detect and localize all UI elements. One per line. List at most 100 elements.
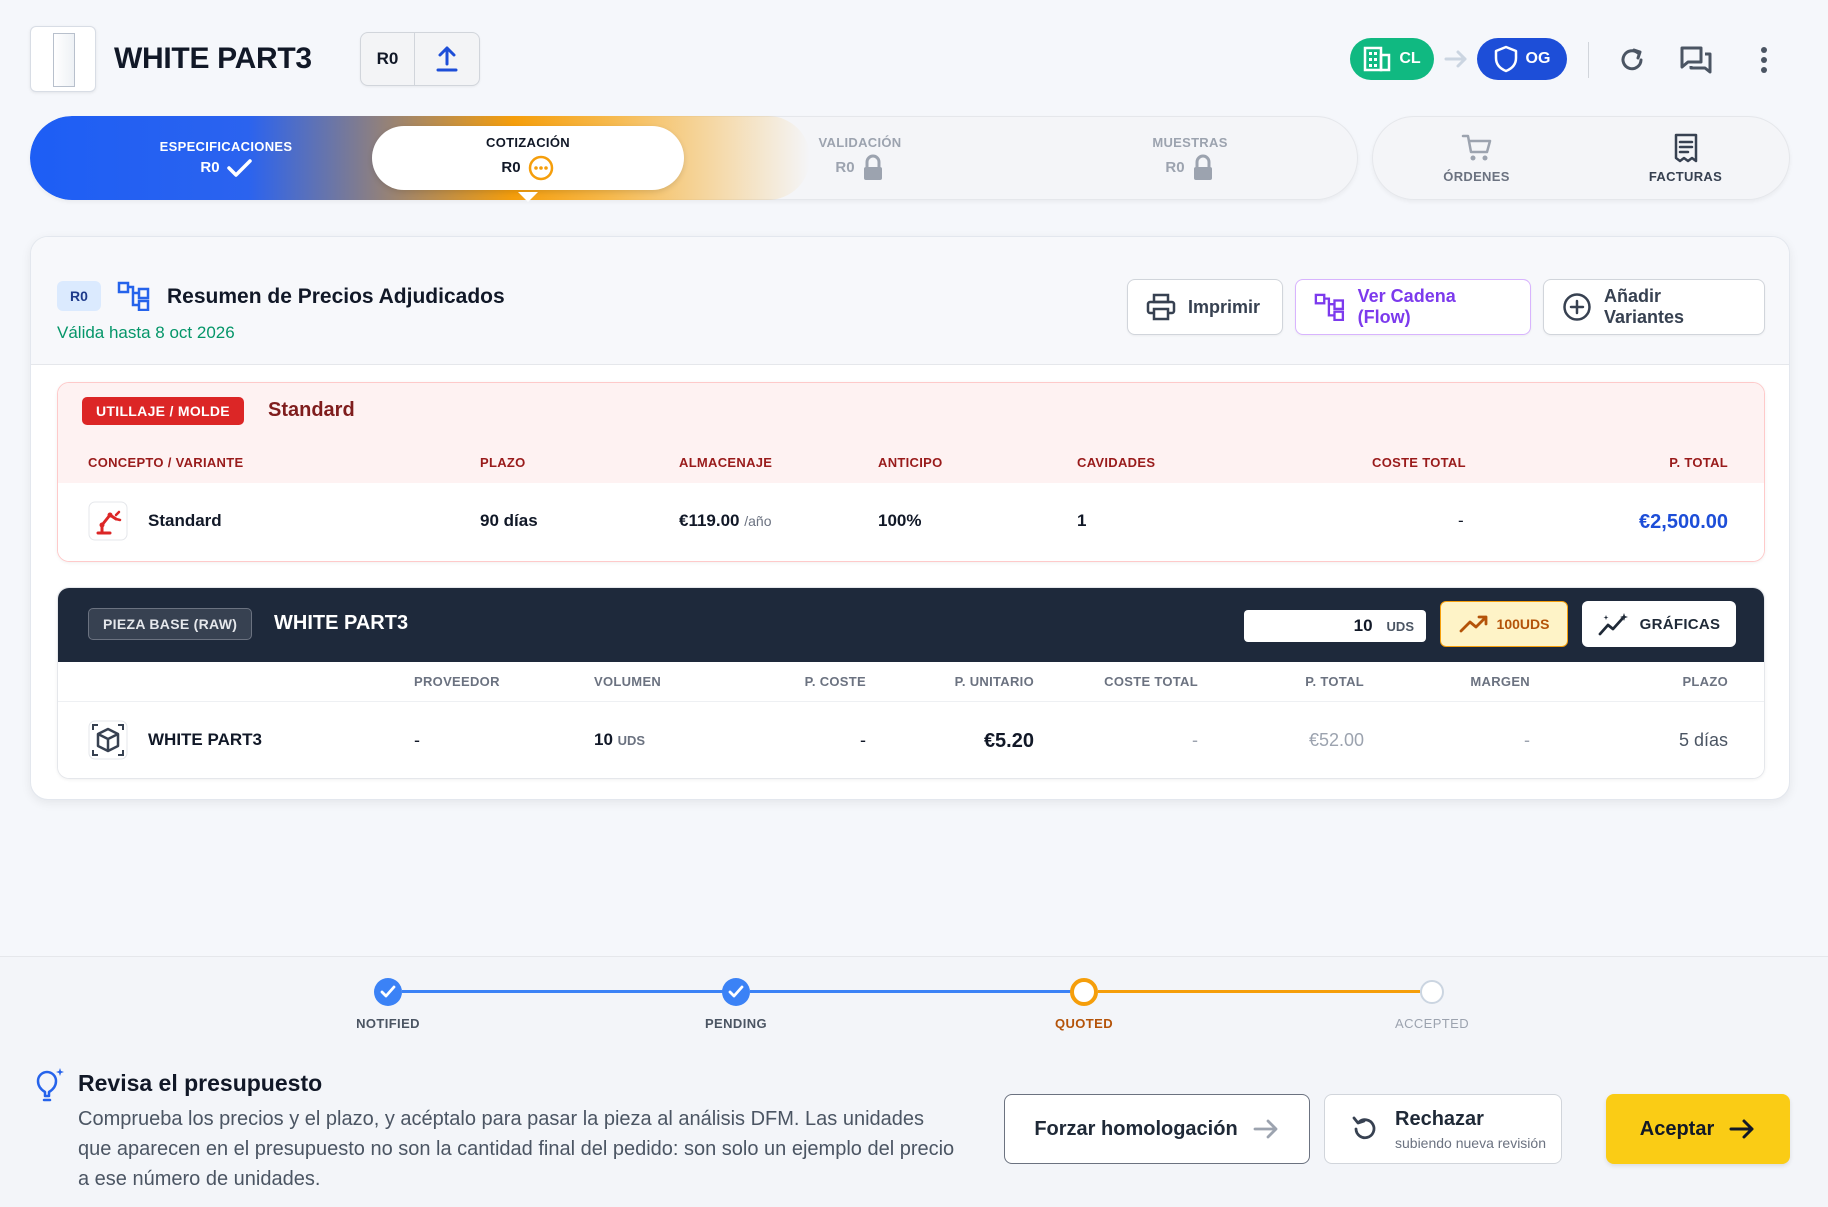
comments-button[interactable]: [1678, 42, 1714, 78]
accept-button[interactable]: Aceptar: [1606, 1094, 1790, 1164]
owner-badge-label: OG: [1525, 50, 1551, 67]
storage-value: €119.00: [679, 511, 740, 530]
progress-step-pending: [722, 978, 750, 1006]
col-total-cost: COSTE TOTAL: [1372, 455, 1466, 470]
tooling-cavities: 1: [1077, 511, 1087, 530]
tooling-total-price: €2,500.00: [1639, 511, 1728, 533]
raw-part-header: PIEZA BASE (RAW) WHITE PART3 10 UDS 100U…: [58, 588, 1764, 662]
quantity-input[interactable]: 10 UDS: [1244, 610, 1426, 642]
stage-tabs: ESPECIFICACIONES R0 COTIZACIÓN R0 VALIDA…: [30, 116, 1358, 200]
revision-badge: R0: [57, 281, 101, 311]
arrow-right-icon: [1729, 1119, 1754, 1139]
accept-label: Aceptar: [1639, 1117, 1715, 1140]
plus-circle-icon: [1563, 293, 1591, 321]
tab-especificaciones[interactable]: ESPECIFICACIONES R0: [90, 116, 362, 200]
arrow-right-icon: [1253, 1119, 1278, 1139]
progress-step-accepted: [1420, 980, 1444, 1004]
reject-text: Rechazar subiendo nueva revisión: [1395, 1108, 1546, 1151]
progress-label-accepted: ACCEPTED: [1395, 1016, 1469, 1031]
progress-line-3: [1098, 990, 1420, 993]
raw-part-row-name: WHITE PART3: [148, 730, 262, 749]
add-variants-button[interactable]: Añadir Variantes: [1543, 279, 1765, 335]
progress-label-quoted: QUOTED: [1054, 1016, 1114, 1031]
revision-label[interactable]: R0: [361, 33, 415, 85]
tab-rev: R0: [1165, 159, 1185, 176]
quantity-100-label: 100UDS: [1496, 616, 1550, 632]
cube-icon: [88, 720, 128, 760]
tooling-row[interactable]: Standard 90 días €119.00 /año 100% 1 - €…: [58, 483, 1764, 561]
raw-part-name: WHITE PART3: [274, 612, 409, 634]
summary-title: Resumen de Precios Adjudicados: [167, 285, 505, 308]
raw-part-total-cost: -: [1192, 730, 1198, 750]
progress-step-notified: [374, 978, 402, 1006]
tab-label: ESPECIFICACIONES: [159, 138, 293, 154]
robot-arm-icon: [88, 501, 128, 541]
tooling-name: Standard: [268, 399, 355, 421]
col-total-price: P. TOTAL: [1669, 455, 1728, 470]
progress-label-notified: NOTIFIED: [356, 1016, 420, 1031]
receipt-icon: [1674, 133, 1697, 162]
tab-muestras[interactable]: MUESTRAS R0: [1050, 116, 1330, 200]
add-variants-label: Añadir Variantes: [1603, 286, 1685, 327]
col-margin: MARGEN: [1470, 674, 1530, 689]
lock-icon: [1193, 154, 1212, 180]
raw-part-supplier: -: [414, 730, 420, 750]
reject-label: Rechazar: [1395, 1107, 1484, 1130]
price-summary-card: R0 Resumen de Precios Adjudicados Válida…: [30, 236, 1790, 800]
raw-part-volume: 10 UDS: [594, 730, 645, 750]
trending-up-icon: [1459, 615, 1487, 633]
quantity-100-button[interactable]: 100UDS: [1440, 601, 1568, 647]
more-menu-button[interactable]: [1746, 42, 1782, 78]
revision-group: R0: [360, 32, 480, 86]
reject-button[interactable]: Rechazar subiendo nueva revisión: [1324, 1094, 1562, 1164]
tab-rev: R0: [835, 159, 855, 176]
col-supplier: PROVEEDOR: [414, 674, 500, 689]
part-shape: [53, 33, 75, 87]
refresh-button[interactable]: [1614, 42, 1650, 78]
view-flow-button[interactable]: Ver Cadena (Flow): [1295, 279, 1531, 335]
quantity-value: 10: [1353, 616, 1373, 635]
lightbulb-icon: [36, 1068, 64, 1102]
sparkle-chart-icon: [1598, 613, 1628, 636]
tab-facturas[interactable]: FACTURAS: [1581, 116, 1790, 200]
pending-dots-icon: [528, 155, 553, 180]
side-tabs: ÓRDENES FACTURAS: [1372, 116, 1790, 200]
part-thumbnail[interactable]: [30, 26, 96, 92]
tab-rev: R0: [200, 159, 220, 176]
tab-ordenes-label: ÓRDENES: [1443, 168, 1510, 184]
col-concept: CONCEPTO / VARIANTE: [88, 455, 244, 470]
tab-validacion[interactable]: VALIDACIÓN R0: [720, 116, 1000, 200]
charts-button[interactable]: GRÁFICAS: [1582, 601, 1736, 647]
raw-part-row[interactable]: WHITE PART3 - 10 UDS - €5.20 - €52.00 - …: [58, 702, 1764, 778]
flow-icon: [1314, 293, 1345, 321]
tab-ordenes[interactable]: ÓRDENES: [1372, 116, 1581, 200]
check-icon: [380, 985, 396, 998]
print-button[interactable]: Imprimir: [1127, 279, 1283, 335]
flow-icon: [117, 281, 150, 311]
col-storage: ALMACENAJE: [679, 455, 773, 470]
more-vertical-icon: [1761, 47, 1767, 73]
raw-part-section: PIEZA BASE (RAW) WHITE PART3 10 UDS 100U…: [57, 587, 1765, 779]
tooling-header: UTILLAJE / MOLDE Standard CONCEPTO / VAR…: [58, 383, 1764, 483]
progress-step-quoted: [1070, 978, 1098, 1006]
col-lead-time: PLAZO: [1682, 674, 1728, 689]
client-badge[interactable]: CL: [1350, 38, 1434, 80]
owner-badge[interactable]: OG: [1477, 38, 1567, 80]
progress-label-pending: PENDING: [704, 1016, 768, 1031]
force-homologation-label: Forzar homologación: [1034, 1117, 1238, 1140]
page-title: WHITE PART3: [114, 42, 312, 75]
check-icon: [728, 985, 744, 998]
tab-label: COTIZACIÓN: [486, 134, 570, 150]
lock-icon: [863, 154, 882, 180]
col-unit-price: P. UNITARIO: [954, 674, 1034, 689]
tooling-tag: UTILLAJE / MOLDE: [82, 397, 244, 425]
tab-cotizacion[interactable]: COTIZACIÓN R0: [372, 116, 684, 200]
card-header: R0 Resumen de Precios Adjudicados Válida…: [31, 237, 1789, 365]
col-volume: VOLUMEN: [594, 674, 662, 689]
storage-unit: /año: [744, 513, 772, 529]
building-icon: [1364, 46, 1391, 72]
force-homologation-button[interactable]: Forzar homologación: [1004, 1094, 1310, 1164]
tab-label: MUESTRAS: [1152, 134, 1228, 150]
refresh-icon: [1621, 48, 1643, 71]
upload-button[interactable]: [415, 33, 479, 85]
